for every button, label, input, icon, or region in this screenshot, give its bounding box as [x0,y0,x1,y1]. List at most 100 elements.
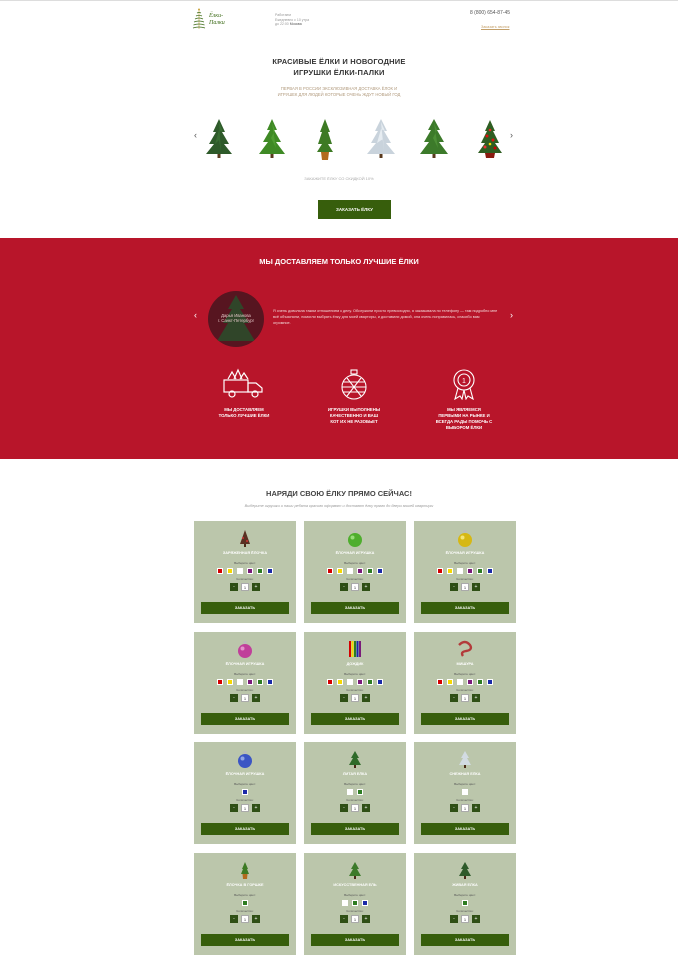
color-swatch[interactable] [437,679,443,685]
color-swatch[interactable] [457,568,463,574]
color-swatch[interactable] [367,568,373,574]
quantity-minus-button[interactable]: - [340,694,348,702]
color-swatch[interactable] [242,789,248,795]
color-swatch[interactable] [447,679,453,685]
quantity-value[interactable]: 1 [241,694,249,702]
hero-prev-arrow[interactable]: ‹ [194,130,197,140]
quantity-plus-button[interactable]: + [472,583,480,591]
add-to-order-button[interactable]: ЗАКАЗАТЬ [201,602,289,614]
color-swatch[interactable] [227,568,233,574]
quantity-plus-button[interactable]: + [362,694,370,702]
quantity-plus-button[interactable]: + [252,694,260,702]
color-swatch[interactable] [247,568,253,574]
quantity-minus-button[interactable]: - [230,583,238,591]
quantity-plus-button[interactable]: + [362,804,370,812]
quantity-value[interactable]: 1 [241,583,249,591]
color-swatch[interactable] [467,679,473,685]
quantity-plus-button[interactable]: + [362,915,370,923]
quantity-value[interactable]: 1 [241,804,249,812]
color-swatch[interactable] [337,568,343,574]
quantity-plus-button[interactable]: + [252,804,260,812]
quantity-minus-button[interactable]: - [450,583,458,591]
green-spruce-image[interactable] [419,118,449,158]
add-to-order-button[interactable]: ЗАКАЗАТЬ [421,823,509,835]
quantity-value[interactable]: 1 [461,804,469,812]
color-swatch[interactable] [347,789,353,795]
add-to-order-button[interactable]: ЗАКАЗАТЬ [201,713,289,725]
quantity-plus-button[interactable]: + [472,694,480,702]
add-to-order-button[interactable]: ЗАКАЗАТЬ [311,823,399,835]
review-prev-arrow[interactable]: ‹ [194,310,197,320]
color-swatch[interactable] [242,900,248,906]
color-swatch[interactable] [257,568,263,574]
color-swatch[interactable] [357,789,363,795]
add-to-order-button[interactable]: ЗАКАЗАТЬ [421,602,509,614]
quantity-value[interactable]: 1 [461,915,469,923]
quantity-value[interactable]: 1 [461,694,469,702]
color-swatch[interactable] [257,679,263,685]
potted-fir-image[interactable] [315,118,335,160]
quantity-value[interactable]: 1 [241,915,249,923]
add-to-order-button[interactable]: ЗАКАЗАТЬ [201,823,289,835]
add-to-order-button[interactable]: ЗАКАЗАТЬ [311,602,399,614]
quantity-minus-button[interactable]: - [450,915,458,923]
add-to-order-button[interactable]: ЗАКАЗАТЬ [311,934,399,946]
color-swatch[interactable] [327,679,333,685]
add-to-order-button[interactable]: ЗАКАЗАТЬ [421,713,509,725]
color-swatch[interactable] [267,679,273,685]
color-swatch[interactable] [487,568,493,574]
quantity-value[interactable]: 1 [351,915,359,923]
quantity-minus-button[interactable]: - [230,915,238,923]
snow-fir-image[interactable] [366,118,396,158]
quantity-minus-button[interactable]: - [230,694,238,702]
color-swatch[interactable] [362,900,368,906]
color-swatch[interactable] [367,679,373,685]
add-to-order-button[interactable]: ЗАКАЗАТЬ [201,934,289,946]
color-swatch[interactable] [337,679,343,685]
quantity-plus-button[interactable]: + [252,915,260,923]
color-swatch[interactable] [237,679,243,685]
fir-tree-image[interactable] [205,118,233,158]
color-swatch[interactable] [477,568,483,574]
color-swatch[interactable] [327,568,333,574]
quantity-value[interactable]: 1 [351,583,359,591]
add-to-order-button[interactable]: ЗАКАЗАТЬ [421,934,509,946]
quantity-value[interactable]: 1 [461,583,469,591]
color-swatch[interactable] [357,568,363,574]
quantity-minus-button[interactable]: - [340,583,348,591]
color-swatch[interactable] [447,568,453,574]
color-swatch[interactable] [237,568,243,574]
quantity-minus-button[interactable]: - [340,915,348,923]
quantity-minus-button[interactable]: - [230,804,238,812]
color-swatch[interactable] [477,679,483,685]
decorated-tree-image[interactable] [477,118,503,158]
logo[interactable]: Ёлки- Палки [192,8,225,32]
color-swatch[interactable] [487,679,493,685]
color-swatch[interactable] [467,568,473,574]
color-swatch[interactable] [227,679,233,685]
color-swatch[interactable] [462,789,468,795]
call-me-link[interactable]: Заказать звонок [481,25,509,29]
color-swatch[interactable] [357,679,363,685]
quantity-minus-button[interactable]: - [340,804,348,812]
color-swatch[interactable] [347,568,353,574]
phone-number[interactable]: 8 (800) 654-87-45 [470,10,510,16]
review-next-arrow[interactable]: › [510,310,513,320]
hero-next-arrow[interactable]: › [510,130,513,140]
quantity-value[interactable]: 1 [351,804,359,812]
color-swatch[interactable] [377,679,383,685]
color-swatch[interactable] [352,900,358,906]
quantity-minus-button[interactable]: - [450,804,458,812]
color-swatch[interactable] [247,679,253,685]
color-swatch[interactable] [217,679,223,685]
color-swatch[interactable] [437,568,443,574]
quantity-plus-button[interactable]: + [472,804,480,812]
quantity-value[interactable]: 1 [351,694,359,702]
color-swatch[interactable] [267,568,273,574]
quantity-minus-button[interactable]: - [450,694,458,702]
color-swatch[interactable] [377,568,383,574]
quantity-plus-button[interactable]: + [472,915,480,923]
quantity-plus-button[interactable]: + [252,583,260,591]
color-swatch[interactable] [217,568,223,574]
color-swatch[interactable] [462,900,468,906]
